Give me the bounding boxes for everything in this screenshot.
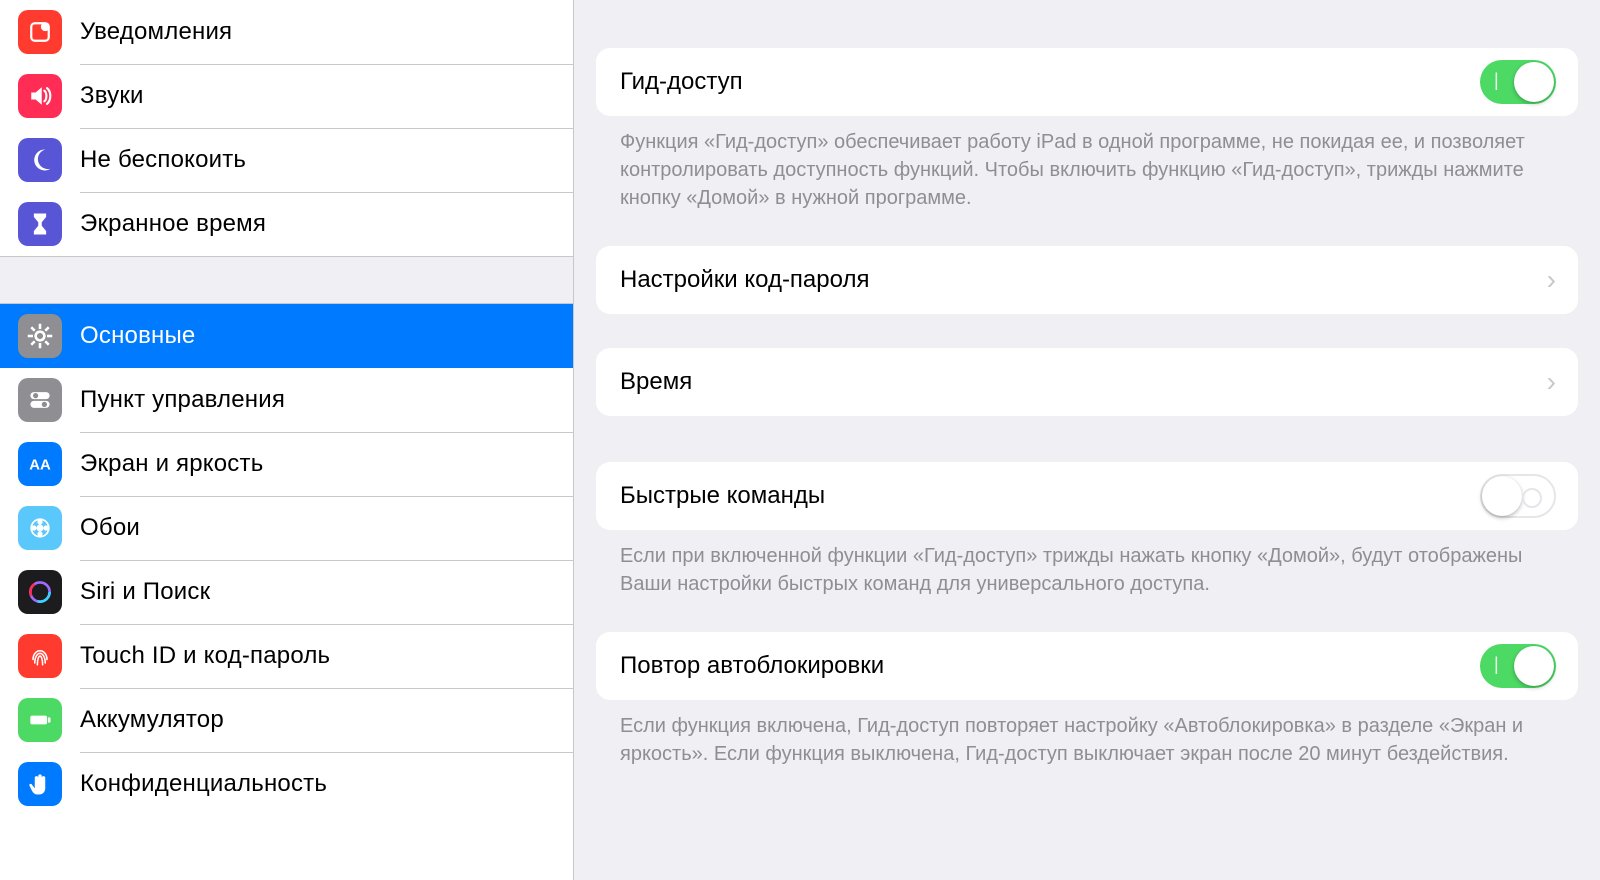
sidebar-item-label: Уведомления [80, 18, 232, 46]
cell-title: Быстрые команды [620, 482, 1480, 510]
sidebar-item-label: Конфиденциальность [80, 770, 327, 798]
wallpaper-icon [18, 506, 62, 550]
notifications-icon [18, 10, 62, 54]
cell-time-limits[interactable]: Время › [596, 348, 1578, 416]
control-center-icon [18, 378, 62, 422]
cell-title: Повтор автоблокировки [620, 652, 1480, 680]
svg-text:AA: AA [29, 457, 51, 473]
sidebar-item-screentime[interactable]: Экранное время [0, 192, 573, 256]
gear-icon [18, 314, 62, 358]
mirror-autolock-toggle[interactable] [1480, 644, 1556, 688]
accessibility-shortcut-note: Если при включенной функции «Гид-доступ»… [596, 530, 1578, 632]
hourglass-icon [18, 202, 62, 246]
moon-icon [18, 138, 62, 182]
cell-title: Гид-доступ [620, 68, 1480, 96]
sidebar-item-label: Экран и яркость [80, 450, 263, 478]
fingerprint-icon [18, 634, 62, 678]
mirror-autolock-note: Если функция включена, Гид-доступ повтор… [596, 700, 1578, 802]
sidebar-item-notifications[interactable]: Уведомления [0, 0, 573, 64]
cell-accessibility-shortcut: Быстрые команды [596, 462, 1578, 530]
sidebar-item-label: Пункт управления [80, 386, 285, 414]
cell-title: Время [620, 368, 1547, 396]
sidebar-item-label: Siri и Поиск [80, 578, 210, 606]
sidebar-spacer [0, 256, 573, 304]
guided-access-note: Функция «Гид-доступ» обеспечивает работу… [596, 116, 1578, 246]
guided-access-toggle[interactable] [1480, 60, 1556, 104]
display-icon: AA [18, 442, 62, 486]
sidebar-group-1: Уведомления Звуки Не беспокоить Экранное… [0, 0, 573, 256]
spacer-note [596, 314, 1578, 348]
sidebar-item-display[interactable]: AA Экран и яркость [0, 432, 573, 496]
settings-app: Уведомления Звуки Не беспокоить Экранное… [0, 0, 1600, 880]
sidebar-item-siri[interactable]: Siri и Поиск [0, 560, 573, 624]
hand-icon [18, 762, 62, 806]
sidebar-item-label: Звуки [80, 82, 144, 110]
sidebar-item-label: Экранное время [80, 210, 266, 238]
battery-icon [18, 698, 62, 742]
sidebar-item-sounds[interactable]: Звуки [0, 64, 573, 128]
cell-passcode-settings[interactable]: Настройки код-пароля › [596, 246, 1578, 314]
sidebar-item-general[interactable]: Основные [0, 304, 573, 368]
sidebar: Уведомления Звуки Не беспокоить Экранное… [0, 0, 574, 880]
sidebar-item-label: Основные [80, 322, 195, 350]
sidebar-item-label: Аккумулятор [80, 706, 224, 734]
sidebar-item-dnd[interactable]: Не беспокоить [0, 128, 573, 192]
sidebar-item-battery[interactable]: Аккумулятор [0, 688, 573, 752]
siri-icon [18, 570, 62, 614]
cell-title: Настройки код-пароля [620, 266, 1547, 294]
cell-mirror-autolock: Повтор автоблокировки [596, 632, 1578, 700]
detail-pane: Гид-доступ Функция «Гид-доступ» обеспечи… [574, 0, 1600, 880]
sounds-icon [18, 74, 62, 118]
sidebar-item-wallpaper[interactable]: Обои [0, 496, 573, 560]
chevron-right-icon: › [1547, 266, 1556, 294]
sidebar-item-touchid[interactable]: Touch ID и код-пароль [0, 624, 573, 688]
spacer-note [596, 416, 1578, 462]
accessibility-shortcut-toggle[interactable] [1480, 474, 1556, 518]
sidebar-item-privacy[interactable]: Конфиденциальность [0, 752, 573, 816]
sidebar-item-label: Обои [80, 514, 140, 542]
sidebar-item-control-center[interactable]: Пункт управления [0, 368, 573, 432]
sidebar-item-label: Не беспокоить [80, 146, 246, 174]
cell-guided-access: Гид-доступ [596, 48, 1578, 116]
sidebar-group-2: Основные Пункт управления AA Экран и ярк… [0, 304, 573, 816]
chevron-right-icon: › [1547, 368, 1556, 396]
sidebar-item-label: Touch ID и код-пароль [80, 642, 330, 670]
